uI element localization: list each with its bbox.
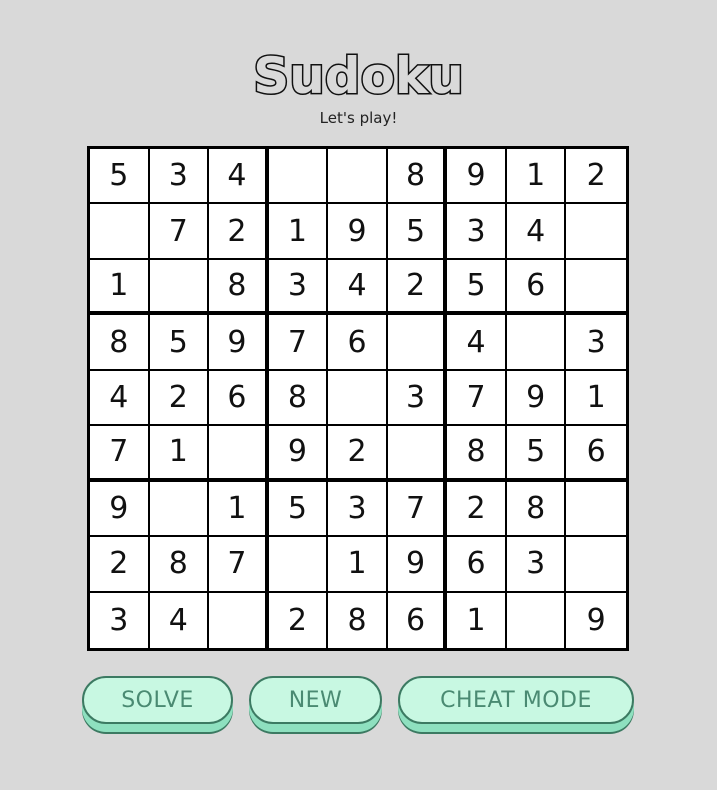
sudoku-cell[interactable]: 2: [387, 259, 448, 316]
sudoku-cell[interactable]: 4: [506, 204, 567, 260]
sudoku-cell[interactable]: 9: [209, 315, 269, 371]
sudoku-cell[interactable]: 8: [268, 370, 329, 427]
sudoku-cell[interactable]: [268, 537, 329, 593]
sudoku-cell[interactable]: 7: [268, 315, 329, 371]
sudoku-cell[interactable]: 2: [447, 481, 507, 538]
sudoku-cell[interactable]: 2: [328, 426, 388, 482]
sudoku-cell[interactable]: 7: [90, 426, 150, 482]
sudoku-cell[interactable]: 6: [447, 537, 507, 593]
sudoku-cell[interactable]: 4: [447, 315, 507, 371]
sudoku-cell[interactable]: 3: [268, 259, 329, 316]
sudoku-cell[interactable]: 7: [209, 537, 269, 593]
sudoku-cell[interactable]: 6: [387, 592, 448, 648]
sudoku-cell[interactable]: [149, 259, 210, 316]
sudoku-cell[interactable]: 9: [447, 149, 507, 205]
sudoku-cell[interactable]: 8: [387, 149, 448, 205]
sudoku-board: 5348912721953418342568597643426837917192…: [87, 146, 629, 651]
sudoku-cell[interactable]: [506, 315, 567, 371]
sudoku-cell[interactable]: [209, 426, 269, 482]
sudoku-cell[interactable]: 1: [447, 592, 507, 648]
sudoku-cell[interactable]: 5: [387, 204, 448, 260]
sudoku-cell[interactable]: 1: [566, 370, 626, 427]
sudoku-cell[interactable]: 4: [209, 149, 269, 205]
sudoku-cell[interactable]: 3: [90, 592, 150, 648]
sudoku-cell[interactable]: [566, 259, 626, 316]
sudoku-cell[interactable]: 1: [268, 204, 329, 260]
sudoku-cell[interactable]: 7: [447, 370, 507, 427]
sudoku-cell[interactable]: 5: [90, 149, 150, 205]
sudoku-cell[interactable]: 8: [209, 259, 269, 316]
sudoku-cell[interactable]: 6: [209, 370, 269, 427]
sudoku-cell[interactable]: 9: [90, 481, 150, 538]
sudoku-cell[interactable]: 5: [506, 426, 567, 482]
sudoku-cell[interactable]: 1: [90, 259, 150, 316]
sudoku-cell[interactable]: 9: [506, 370, 567, 427]
sudoku-cell[interactable]: [149, 481, 210, 538]
sudoku-cell[interactable]: 9: [328, 204, 388, 260]
sudoku-cell[interactable]: [90, 204, 150, 260]
sudoku-cell[interactable]: [387, 315, 448, 371]
sudoku-cell[interactable]: 1: [209, 481, 269, 538]
sudoku-cell[interactable]: 1: [328, 537, 388, 593]
sudoku-cell[interactable]: [268, 149, 329, 205]
sudoku-cell[interactable]: [566, 537, 626, 593]
sudoku-cell[interactable]: 2: [149, 370, 210, 427]
sudoku-cell[interactable]: 4: [149, 592, 210, 648]
sudoku-cell[interactable]: [387, 426, 448, 482]
sudoku-cell[interactable]: [506, 592, 567, 648]
sudoku-cell[interactable]: [328, 149, 388, 205]
sudoku-cell[interactable]: 6: [566, 426, 626, 482]
sudoku-cell[interactable]: 8: [506, 481, 567, 538]
sudoku-cell[interactable]: 9: [387, 537, 448, 593]
sudoku-cell[interactable]: [566, 204, 626, 260]
sudoku-cell[interactable]: 6: [506, 259, 567, 316]
sudoku-cell[interactable]: 1: [149, 426, 210, 482]
sudoku-cell[interactable]: 1: [506, 149, 567, 205]
sudoku-cell[interactable]: 3: [447, 204, 507, 260]
sudoku-cell[interactable]: 3: [566, 315, 626, 371]
sudoku-cell[interactable]: 4: [90, 370, 150, 427]
sudoku-cell[interactable]: [328, 370, 388, 427]
sudoku-cell[interactable]: 5: [149, 315, 210, 371]
sudoku-cell[interactable]: [209, 592, 269, 648]
sudoku-cell[interactable]: 7: [149, 204, 210, 260]
sudoku-cell[interactable]: 2: [566, 149, 626, 205]
solve-button[interactable]: SOLVE: [82, 676, 233, 724]
new-game-button[interactable]: NEW: [249, 676, 382, 724]
page-title: Sudoku: [252, 46, 466, 107]
sudoku-cell[interactable]: 6: [328, 315, 388, 371]
sudoku-cell[interactable]: 8: [328, 592, 388, 648]
sudoku-cell[interactable]: 9: [268, 426, 329, 482]
sudoku-cell[interactable]: 8: [149, 537, 210, 593]
sudoku-cell[interactable]: 3: [328, 481, 388, 538]
sudoku-cell[interactable]: 9: [566, 592, 626, 648]
sudoku-cell[interactable]: 2: [90, 537, 150, 593]
sudoku-cell[interactable]: 3: [149, 149, 210, 205]
sudoku-cell[interactable]: 5: [447, 259, 507, 316]
page-subtitle: Let's play!: [319, 109, 398, 127]
sudoku-cell[interactable]: 4: [328, 259, 388, 316]
sudoku-cell[interactable]: 3: [506, 537, 567, 593]
sudoku-cell[interactable]: [566, 481, 626, 538]
cheat-mode-button[interactable]: CHEAT MODE: [398, 676, 634, 724]
sudoku-cell[interactable]: 2: [209, 204, 269, 260]
sudoku-cell[interactable]: 5: [268, 481, 329, 538]
sudoku-cell[interactable]: 8: [447, 426, 507, 482]
sudoku-cell[interactable]: 2: [268, 592, 329, 648]
sudoku-cell[interactable]: 8: [90, 315, 150, 371]
sudoku-cell[interactable]: 3: [387, 370, 448, 427]
sudoku-cell[interactable]: 7: [387, 481, 448, 538]
